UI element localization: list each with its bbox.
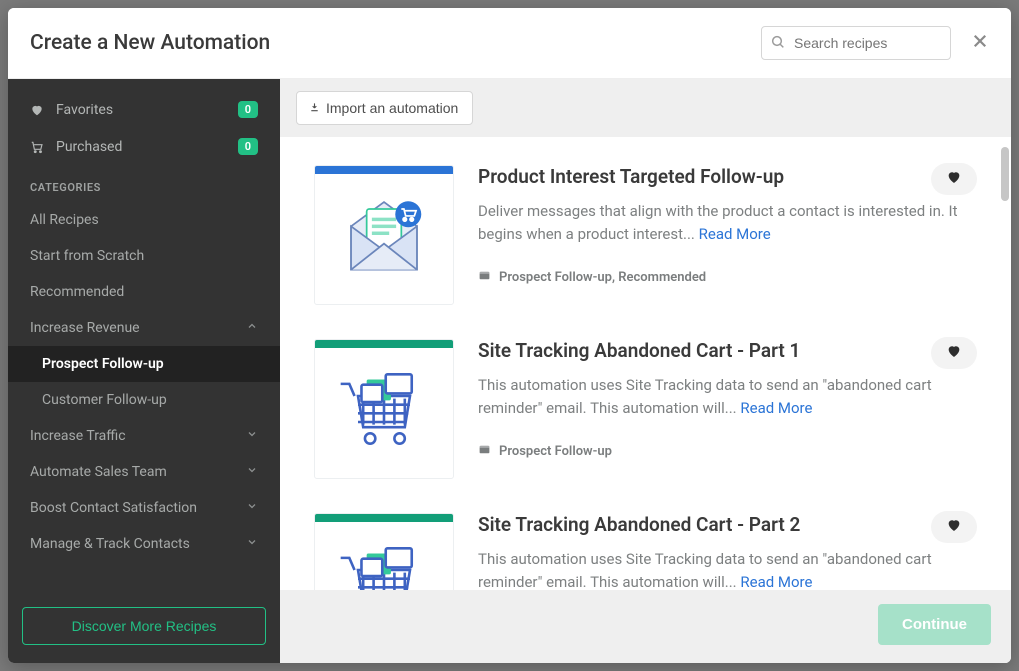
recipe-description: This automation uses Site Tracking data … (478, 374, 977, 421)
sidebar-item-label: Favorites (56, 102, 238, 118)
import-automation-button[interactable]: Import an automation (296, 91, 473, 125)
sidebar-cat-increase-traffic[interactable]: Increase Traffic (8, 418, 280, 454)
sidebar-cat-automate-sales-team[interactable]: Automate Sales Team (8, 454, 280, 490)
read-more-link[interactable]: Read More (740, 573, 812, 590)
recipe-list[interactable]: Product Interest Targeted Follow-up Deli… (280, 137, 1011, 590)
sidebar-cat-manage-track-contacts[interactable]: Manage & Track Contacts (8, 526, 280, 562)
favorite-button[interactable] (931, 337, 977, 369)
sidebar-cat-label: Start from Scratch (30, 248, 258, 264)
discover-more-button[interactable]: Discover More Recipes (22, 607, 266, 645)
favorite-button[interactable] (931, 511, 977, 543)
sidebar-cat-increase-revenue[interactable]: Increase Revenue (8, 310, 280, 346)
search-input[interactable] (761, 26, 951, 60)
recipe-title: Site Tracking Abandoned Cart - Part 1 (478, 339, 977, 362)
count-badge: 0 (238, 138, 258, 155)
recipe-meta-text: Prospect Follow-up, Recommended (499, 270, 706, 285)
recipe-title: Site Tracking Abandoned Cart - Part 2 (478, 513, 977, 536)
sidebar-sub-customer-follow-up[interactable]: Customer Follow-up (8, 382, 280, 418)
recipe-thumbnail (314, 165, 454, 305)
read-more-link[interactable]: Read More (740, 399, 812, 417)
sidebar-sub-label: Prospect Follow-up (42, 356, 164, 372)
envelope-illustration (315, 166, 453, 304)
chevron-down-icon (246, 536, 258, 552)
sidebar-item-label: Purchased (56, 139, 238, 155)
recipe-meta: Prospect Follow-up (478, 443, 977, 460)
scrollbar-thumb[interactable] (1001, 147, 1009, 201)
sidebar-cat-label: Automate Sales Team (30, 464, 246, 480)
import-button-label: Import an automation (326, 100, 458, 116)
recipe-thumbnail (314, 339, 454, 479)
sidebar-cat-start-from-scratch[interactable]: Start from Scratch (8, 238, 280, 274)
close-icon[interactable] (967, 27, 993, 60)
sidebar-section-label: CATEGORIES (8, 165, 280, 202)
heart-icon (946, 517, 962, 537)
discover-wrap: Discover More Recipes (8, 593, 280, 663)
recipe-meta-text: Prospect Follow-up (499, 444, 612, 459)
recipe-desc-text: This automation uses Site Tracking data … (478, 376, 932, 417)
continue-button[interactable]: Continue (878, 604, 991, 645)
sidebar-cat-label: All Recipes (30, 212, 258, 228)
recipe-title: Product Interest Targeted Follow-up (478, 165, 977, 188)
chevron-down-icon (246, 500, 258, 516)
sidebar-item-favorites[interactable]: Favorites 0 (8, 91, 280, 128)
sidebar-cat-all-recipes[interactable]: All Recipes (8, 202, 280, 238)
recipe-thumbnail (314, 513, 454, 590)
recipe-card[interactable]: Site Tracking Abandoned Cart - Part 2 Th… (314, 485, 977, 590)
sidebar-sub-prospect-follow-up[interactable]: Prospect Follow-up (8, 346, 280, 382)
modal-title: Create a New Automation (30, 31, 761, 55)
modal-body: Favorites 0 Purchased 0 CATEGORIES All R… (8, 79, 1011, 663)
recipe-card[interactable]: Product Interest Targeted Follow-up Deli… (314, 137, 977, 311)
sidebar-cat-label: Manage & Track Contacts (30, 536, 246, 552)
main: Import an automation (280, 79, 1011, 663)
read-more-link[interactable]: Read More (699, 225, 771, 243)
count-badge: 0 (238, 101, 258, 118)
sidebar: Favorites 0 Purchased 0 CATEGORIES All R… (8, 79, 280, 663)
download-icon (309, 100, 320, 116)
recipe-card[interactable]: Site Tracking Abandoned Cart - Part 1 Th… (314, 311, 977, 485)
search-wrap (761, 26, 951, 60)
tag-icon (478, 269, 491, 286)
cart-illustration (315, 514, 453, 590)
cart-illustration (315, 340, 453, 478)
recipe-description: This automation uses Site Tracking data … (478, 548, 977, 590)
heart-icon (946, 343, 962, 363)
modal-footer: Continue (280, 590, 1011, 663)
favorite-button[interactable] (931, 163, 977, 195)
recipe-main: Site Tracking Abandoned Cart - Part 1 Th… (478, 339, 977, 479)
chevron-down-icon (246, 428, 258, 444)
recipe-main: Site Tracking Abandoned Cart - Part 2 Th… (478, 513, 977, 590)
sidebar-cat-boost-contact-satisfaction[interactable]: Boost Contact Satisfaction (8, 490, 280, 526)
recipe-main: Product Interest Targeted Follow-up Deli… (478, 165, 977, 305)
sidebar-cat-recommended[interactable]: Recommended (8, 274, 280, 310)
sidebar-cat-label: Recommended (30, 284, 258, 300)
heart-icon (30, 103, 48, 117)
chevron-down-icon (246, 464, 258, 480)
sidebar-cat-label: Increase Revenue (30, 320, 246, 336)
sidebar-item-purchased[interactable]: Purchased 0 (8, 128, 280, 165)
recipe-description: Deliver messages that align with the pro… (478, 200, 977, 247)
automation-modal: Create a New Automation Favorites 0 (8, 8, 1011, 663)
sidebar-cat-label: Increase Traffic (30, 428, 246, 444)
sidebar-sub-label: Customer Follow-up (42, 392, 167, 408)
toolbar: Import an automation (280, 79, 1011, 137)
cart-icon (30, 140, 48, 154)
recipe-desc-text: This automation uses Site Tracking data … (478, 550, 932, 590)
chevron-up-icon (246, 320, 258, 336)
recipe-meta: Prospect Follow-up, Recommended (478, 269, 977, 286)
modal-header: Create a New Automation (8, 8, 1011, 79)
heart-icon (946, 169, 962, 189)
sidebar-cat-label: Boost Contact Satisfaction (30, 500, 246, 516)
tag-icon (478, 443, 491, 460)
